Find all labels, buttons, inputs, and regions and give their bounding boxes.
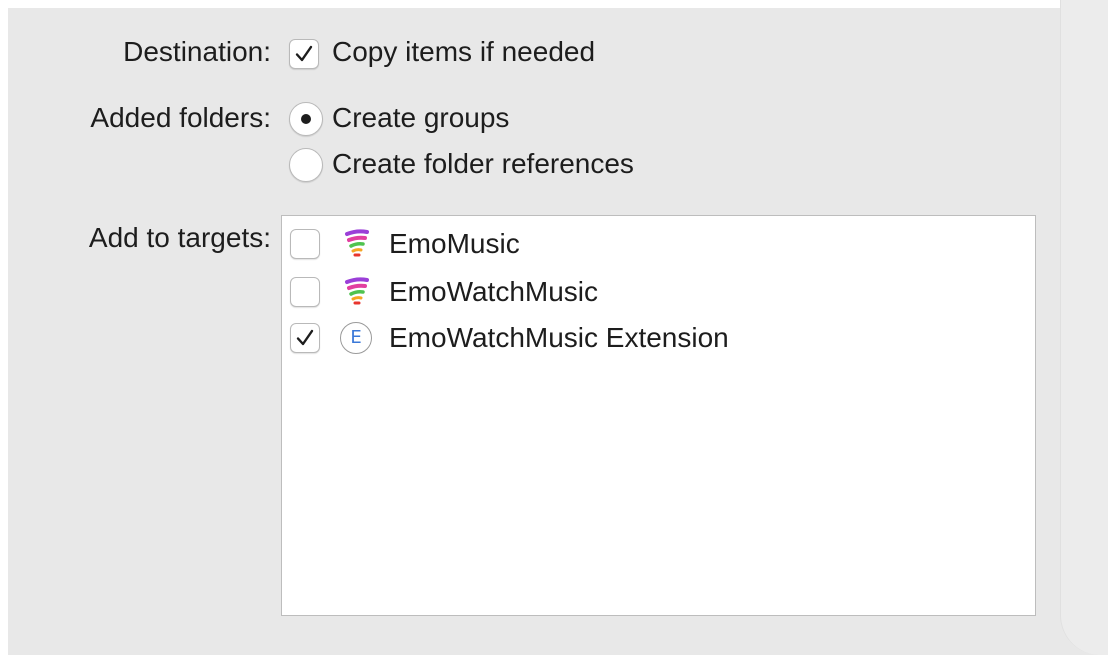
copy-items-checkbox[interactable] [289,39,319,69]
emomusic-app-icon [345,277,369,305]
emomusic-app-icon [345,229,369,257]
target-checkbox-emomusic[interactable] [290,229,320,259]
create-groups-label[interactable]: Create groups [332,102,509,134]
target-name: EmoWatchMusic Extension [389,322,729,353]
checkmark-icon [295,45,313,62]
target-checkbox-emowatchmusic[interactable] [290,277,320,307]
target-name: EmoWatchMusic [389,276,599,307]
create-folder-references-label[interactable]: Create folder references [332,148,634,180]
extension-icon: E [340,322,372,354]
radio-selected-dot [301,114,311,124]
target-row-emomusic[interactable]: EmoMusic [282,220,1035,266]
create-folder-references-radio[interactable] [289,148,323,182]
added-folders-label: Added folders: [90,102,271,133]
target-row-emowatchmusic[interactable]: EmoWatchMusic [282,268,1035,314]
window-edge [1060,0,1108,655]
targets-list[interactable]: EmoMusic EmoWatchMusic E EmoWatchMusic E… [281,215,1036,616]
add-to-targets-label: Add to targets: [88,222,271,253]
target-row-emowatchmusic-extension[interactable]: E EmoWatchMusic Extension [282,314,1035,360]
create-groups-radio[interactable] [289,102,323,136]
target-name: EmoMusic [389,228,520,259]
target-checkbox-emowatchmusic-extension[interactable] [290,323,320,353]
destination-label: Destination: [123,36,271,67]
checkmark-icon [296,329,314,346]
copy-items-label[interactable]: Copy items if needed [332,36,595,68]
